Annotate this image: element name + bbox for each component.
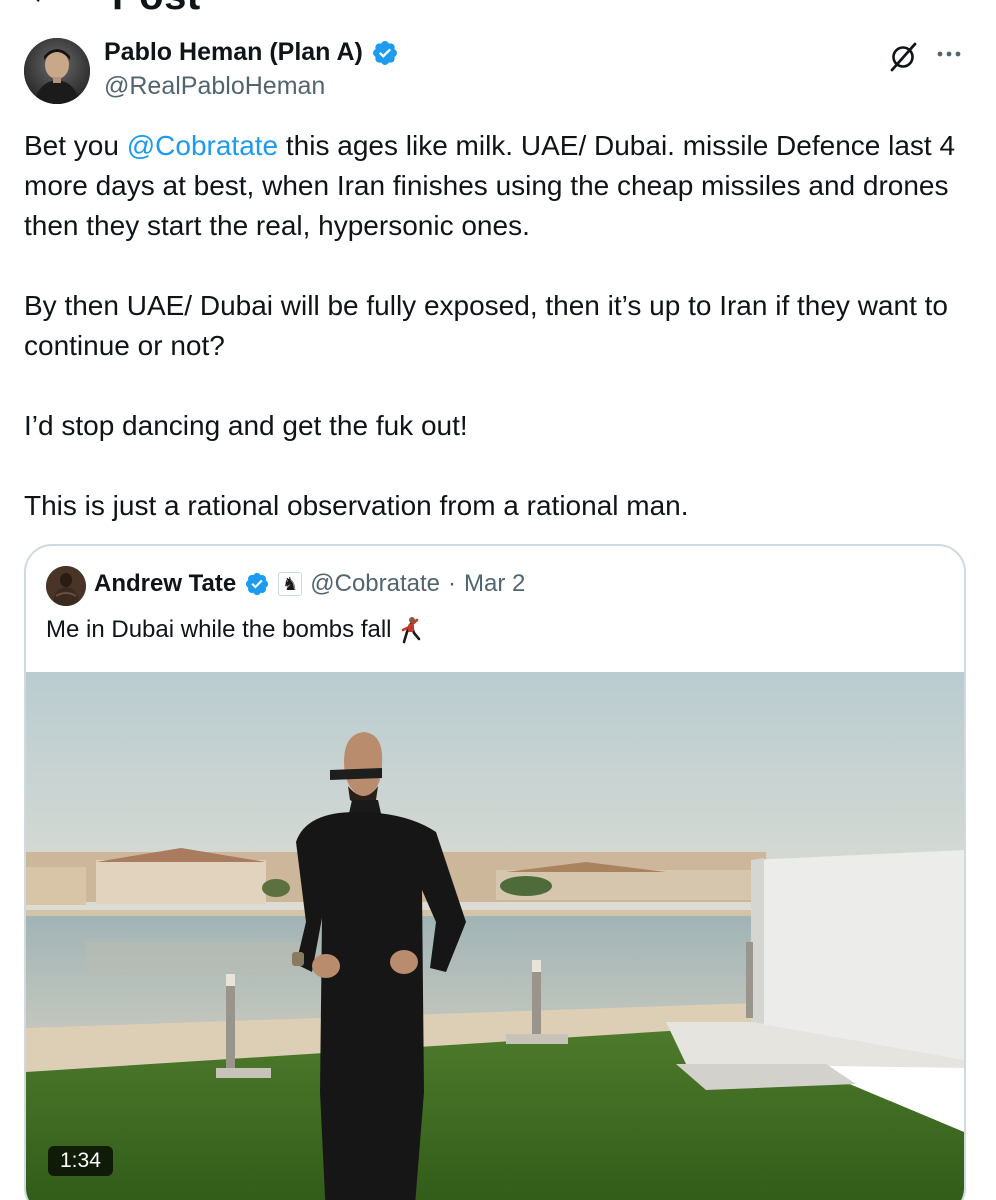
tweet-paragraph: This is just a rational observation from… bbox=[24, 490, 689, 521]
tweet-text: Bet you @Cobratate this ages like milk. … bbox=[24, 126, 974, 566]
quoted-tweet-card[interactable]: Andrew Tate ♞ @Cobratate · Mar 2 Me in D… bbox=[24, 544, 966, 1200]
quoted-handle[interactable]: @Cobratate bbox=[310, 570, 440, 598]
author-handle[interactable]: @RealPabloHeman bbox=[104, 72, 325, 101]
verified-badge-icon[interactable] bbox=[371, 39, 399, 67]
quoted-author-name[interactable]: Andrew Tate bbox=[94, 570, 236, 598]
tweet-paragraph: I’d stop dancing and get the fuk out! bbox=[24, 410, 468, 441]
grok-icon[interactable] bbox=[886, 40, 920, 74]
video-duration-badge: 1:34 bbox=[48, 1146, 113, 1176]
author-name[interactable]: Pablo Heman (Plan A) bbox=[104, 38, 363, 67]
mention-link[interactable]: @Cobratate bbox=[127, 130, 278, 161]
page-title: Post bbox=[112, 0, 201, 19]
quoted-meta: Andrew Tate ♞ @Cobratate · Mar 2 bbox=[94, 570, 525, 598]
quoted-text: Me in Dubai while the bombs fall bbox=[46, 616, 392, 643]
verified-badge-icon[interactable] bbox=[244, 571, 270, 597]
more-options-icon[interactable] bbox=[932, 40, 966, 74]
tweet-paragraph: Bet you @Cobratate this ages like milk. … bbox=[24, 130, 956, 241]
man-dancing-emoji-icon bbox=[401, 617, 420, 644]
meta-separator: · bbox=[448, 570, 457, 597]
quoted-text-row: Me in Dubai while the bombs fall bbox=[46, 616, 422, 644]
video-player[interactable]: 1:34 bbox=[26, 672, 964, 1200]
quoted-date[interactable]: Mar 2 bbox=[464, 570, 525, 598]
post-page: Post Pablo Heman (Plan A) @RealPabloHema… bbox=[0, 0, 996, 1200]
back-arrow-icon[interactable] bbox=[28, 0, 50, 6]
affiliate-badge-icon[interactable]: ♞ bbox=[278, 572, 303, 596]
author-name-row: Pablo Heman (Plan A) bbox=[104, 38, 399, 67]
tweet-paragraph: By then UAE/ Dubai will be fully exposed… bbox=[24, 290, 948, 361]
post-header: Post bbox=[0, 0, 996, 18]
quoted-author-avatar[interactable] bbox=[46, 566, 86, 606]
author-avatar[interactable] bbox=[24, 38, 90, 104]
